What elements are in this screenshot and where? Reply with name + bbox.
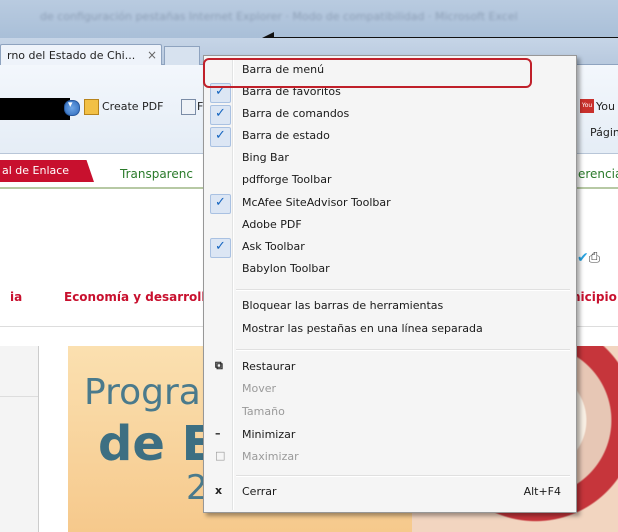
- menu-item-label: Restaurar: [242, 360, 296, 373]
- menu-item-label: Adobe PDF: [242, 218, 302, 231]
- menu-separator: [236, 349, 570, 351]
- site-tab-transparencia[interactable]: Transparenc: [120, 167, 193, 181]
- edit-icon[interactable]: [181, 99, 196, 115]
- window-title: de configuración pestañas Internet Explo…: [40, 10, 518, 23]
- menu-item-mcafee-siteadvisor[interactable]: ✓ McAfee SiteAdvisor Toolbar: [207, 193, 573, 214]
- minimize-icon: –: [215, 427, 221, 440]
- menu-item-adobe-pdf[interactable]: Adobe PDF: [207, 215, 573, 236]
- menu-item-label: Babylon Toolbar: [242, 262, 330, 275]
- menu-item-minimizar[interactable]: – Minimizar: [207, 425, 573, 446]
- checkmark-icon: ✓: [210, 105, 231, 125]
- nav-item-partial[interactable]: ia: [10, 290, 22, 304]
- site-tab-enlace[interactable]: al de Enlace: [0, 160, 94, 182]
- menu-separator: [236, 289, 570, 291]
- menu-item-maximizar: □ Maximizar: [207, 447, 573, 468]
- go-button[interactable]: ▾: [64, 100, 80, 116]
- menu-item-label: pdfforge Toolbar: [242, 173, 332, 186]
- menu-item-cerrar[interactable]: x Cerrar Alt+F4: [207, 482, 573, 503]
- restore-icon: ⧉: [215, 359, 223, 372]
- browser-tab[interactable]: rno del Estado de Chi... ×: [0, 44, 162, 66]
- tab-close-icon[interactable]: ×: [147, 48, 157, 62]
- create-pdf-button[interactable]: Create PDF: [102, 100, 163, 113]
- highlight-annotation: [203, 58, 532, 88]
- checkmark-icon: ✓: [210, 238, 231, 258]
- chevron-down-icon: ▾: [68, 100, 73, 110]
- menu-item-label: Ask Toolbar: [242, 240, 305, 253]
- toolbar-context-menu: Barra de menú ✓ Barra de favoritos ✓ Bar…: [203, 55, 577, 513]
- menu-item-barra-de-estado[interactable]: ✓ Barra de estado: [207, 126, 573, 147]
- left-panel: [0, 346, 39, 532]
- menu-item-label: Barra de comandos: [242, 107, 350, 120]
- youtube-button[interactable]: You: [596, 100, 615, 113]
- menu-item-label: Minimizar: [242, 428, 296, 441]
- menu-item-label: McAfee SiteAdvisor Toolbar: [242, 196, 391, 209]
- tab-title: rno del Estado de Chi...: [7, 49, 136, 62]
- menu-item-label: Bing Bar: [242, 151, 289, 164]
- menu-item-label: Bloquear las barras de herramientas: [242, 299, 444, 312]
- share-icons[interactable]: ✔⎙: [577, 250, 600, 266]
- site-tab-partial[interactable]: erencia: [578, 167, 618, 181]
- maximize-icon: □: [215, 449, 226, 462]
- address-field[interactable]: [0, 98, 70, 120]
- menu-item-label: Mover: [242, 382, 277, 395]
- checkmark-icon: ✓: [210, 127, 231, 147]
- menu-item-bing-bar[interactable]: Bing Bar: [207, 148, 573, 169]
- menu-item-restaurar[interactable]: ⧉ Restaurar: [207, 357, 573, 378]
- menu-item-mover: Mover: [207, 379, 573, 400]
- checkmark-icon: ✓: [210, 194, 231, 214]
- print-icon[interactable]: ⎙: [589, 250, 600, 266]
- close-icon: x: [215, 484, 223, 497]
- menu-item-label: Cerrar: [242, 485, 277, 498]
- menu-item-ask-toolbar[interactable]: ✓ Ask Toolbar: [207, 237, 573, 258]
- menu-item-barra-de-comandos[interactable]: ✓ Barra de comandos: [207, 104, 573, 125]
- new-tab-button[interactable]: [164, 46, 200, 66]
- menu-item-bloquear-barras[interactable]: Bloquear las barras de herramientas: [207, 296, 573, 317]
- menu-item-tamano: Tamaño: [207, 402, 573, 423]
- youtube-icon[interactable]: You: [580, 99, 594, 113]
- page-menu-button[interactable]: Págin: [590, 126, 618, 139]
- pdf-icon[interactable]: [84, 99, 99, 115]
- menu-item-babylon-toolbar[interactable]: Babylon Toolbar: [207, 259, 573, 280]
- shortcut-label: Alt+F4: [523, 485, 561, 498]
- twitter-icon[interactable]: ✔: [577, 250, 589, 266]
- menu-item-label: Maximizar: [242, 450, 299, 463]
- menu-item-label: Tamaño: [242, 405, 285, 418]
- menu-item-mostrar-pestanas[interactable]: Mostrar las pestañas en una línea separa…: [207, 319, 573, 340]
- menu-item-pdfforge-toolbar[interactable]: pdfforge Toolbar: [207, 170, 573, 191]
- nav-item-municipio[interactable]: nicipio: [572, 290, 617, 304]
- menu-item-label: Mostrar las pestañas en una línea separa…: [242, 322, 483, 335]
- site-tab-label: al de Enlace: [2, 164, 70, 177]
- menu-item-label: Barra de estado: [242, 129, 330, 142]
- menu-separator: [236, 475, 570, 477]
- nav-item-economia[interactable]: Economía y desarrollo: [64, 290, 214, 304]
